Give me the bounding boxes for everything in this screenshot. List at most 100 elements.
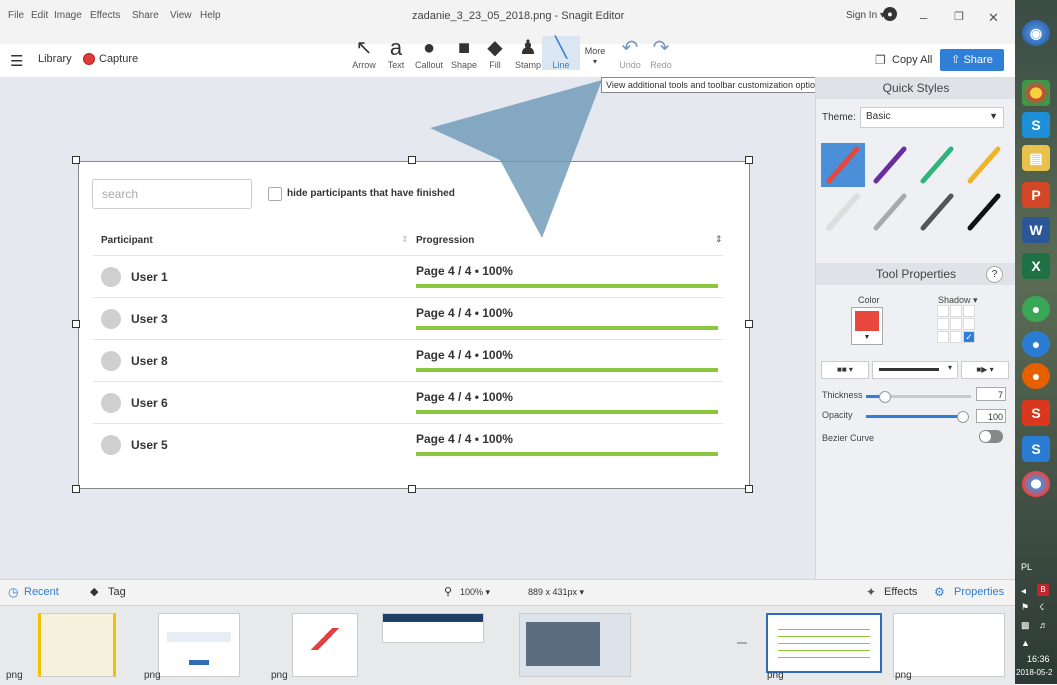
- opacity-label: Opacity: [822, 410, 853, 420]
- line-style-icon: [967, 193, 1001, 231]
- line-style-icon: [920, 193, 954, 231]
- thumb-type-label: png: [895, 670, 912, 681]
- start-icon[interactable]: ◉: [1022, 20, 1050, 46]
- line-end-select[interactable]: ■▶ ▾: [961, 361, 1009, 379]
- thumb-type-label: png: [767, 670, 784, 681]
- thickness-label: Thickness: [822, 390, 863, 400]
- style-swatch[interactable]: [915, 190, 959, 234]
- effects-icon: ✦: [866, 585, 877, 599]
- network-icon[interactable]: ⚑: [1021, 602, 1029, 613]
- share-button[interactable]: ⇧ Share: [940, 49, 1004, 71]
- chrome-icon[interactable]: [1022, 80, 1050, 106]
- bezier-toggle[interactable]: [979, 430, 1003, 443]
- sign-in-button[interactable]: Sign In ▾: [846, 10, 885, 21]
- snagit-editor-icon[interactable]: S: [1022, 436, 1050, 462]
- close-icon[interactable]: ✕: [988, 10, 999, 26]
- clock-date[interactable]: 2018-05-2: [1016, 668, 1052, 677]
- shadow-cell[interactable]: [963, 305, 975, 317]
- theme-select[interactable]: Basic ▼: [860, 107, 1004, 128]
- style-swatch[interactable]: [868, 190, 912, 234]
- thumbnail[interactable]: [292, 613, 358, 677]
- word-icon[interactable]: W: [1022, 217, 1050, 243]
- chevron-down-icon: ▼: [989, 111, 998, 121]
- shadow-cell[interactable]: [950, 331, 962, 343]
- theme-label: Theme:: [822, 112, 856, 123]
- skype-icon[interactable]: S: [1022, 112, 1050, 138]
- app-icon[interactable]: ●: [1022, 296, 1050, 322]
- minimize-icon[interactable]: –: [920, 10, 927, 25]
- explorer-icon[interactable]: ▤: [1022, 145, 1050, 171]
- zoom-icon: ⚲: [444, 586, 453, 598]
- thumbnail[interactable]: [893, 613, 1005, 677]
- thickness-slider[interactable]: [866, 391, 971, 403]
- style-swatch[interactable]: [821, 143, 865, 187]
- firefox-icon[interactable]: ●: [1022, 363, 1050, 389]
- notification-icon[interactable]: B: [1037, 584, 1049, 596]
- thumbnail[interactable]: [382, 613, 484, 643]
- line-style-icon: [873, 146, 907, 184]
- slider-handle[interactable]: [957, 411, 969, 423]
- shadow-cell[interactable]: [950, 305, 962, 317]
- clock-time[interactable]: 16:36: [1027, 654, 1050, 664]
- thumbnail[interactable]: [38, 613, 116, 677]
- shadow-cell[interactable]: [950, 318, 962, 330]
- thickness-input[interactable]: 7: [976, 387, 1006, 401]
- color-label: Color: [858, 295, 880, 305]
- help-button[interactable]: ?: [986, 266, 1003, 283]
- opacity-input[interactable]: 100: [976, 409, 1006, 423]
- copy-icon: ❐: [875, 53, 886, 67]
- line-start-select[interactable]: ■■ ▾: [821, 361, 869, 379]
- shadow-cell[interactable]: [937, 305, 949, 317]
- excel-icon[interactable]: X: [1022, 253, 1050, 279]
- bezier-label: Bezier Curve: [822, 433, 875, 443]
- tool-properties-title: Tool Properties: [875, 267, 957, 281]
- line-style-select[interactable]: ▾: [872, 361, 958, 379]
- tray-chevron-icon[interactable]: ◂: [1021, 586, 1026, 597]
- opera-icon[interactable]: [1022, 471, 1050, 497]
- style-swatch[interactable]: [915, 143, 959, 187]
- tray-divider: [737, 642, 747, 644]
- dimensions-select[interactable]: 889 x 431px ▾: [528, 587, 584, 598]
- slider-handle[interactable]: [879, 391, 891, 403]
- powerpoint-icon[interactable]: P: [1022, 182, 1050, 208]
- signal-icon[interactable]: ▲: [1021, 638, 1030, 648]
- usb-icon[interactable]: ☇: [1039, 602, 1044, 613]
- language-indicator[interactable]: PL: [1021, 562, 1032, 572]
- thumbnail-selected[interactable]: [766, 613, 882, 673]
- color-picker[interactable]: ▼: [851, 307, 883, 345]
- shadow-cell[interactable]: ✓: [963, 331, 975, 343]
- app-icon[interactable]: ●: [1022, 331, 1050, 357]
- snagit-icon[interactable]: S: [1022, 400, 1050, 426]
- copy-all-button[interactable]: Copy All: [892, 54, 932, 66]
- properties-button[interactable]: Properties: [954, 586, 1004, 598]
- shadow-cell[interactable]: [937, 318, 949, 330]
- right-panel: Quick Styles Theme: Basic ▼ Tool Propert…: [815, 77, 1016, 579]
- thumbnail[interactable]: [519, 613, 631, 677]
- opacity-slider[interactable]: [866, 411, 969, 423]
- shadow-grid[interactable]: ✓: [937, 305, 976, 344]
- more-tooltip: View additional tools and toolbar custom…: [601, 77, 832, 93]
- chevron-down-icon: ▾: [947, 363, 952, 372]
- thumb-type-label: png: [271, 670, 288, 681]
- clock-icon: ◷: [8, 585, 19, 599]
- style-swatch[interactable]: [962, 190, 1006, 234]
- shadow-cell[interactable]: [937, 331, 949, 343]
- line-style-icon: [967, 146, 1001, 184]
- display-icon[interactable]: ▩: [1021, 620, 1030, 631]
- zoom-select[interactable]: 100% ▾: [460, 587, 490, 598]
- volume-icon[interactable]: ♬: [1039, 620, 1048, 630]
- user-icon[interactable]: ●: [883, 7, 897, 21]
- thumbnail[interactable]: [158, 613, 240, 677]
- line-style-icon: [873, 193, 907, 231]
- style-swatch[interactable]: [868, 143, 912, 187]
- effects-button[interactable]: Effects: [884, 586, 917, 598]
- tag-button[interactable]: Tag: [108, 586, 126, 598]
- restore-icon[interactable]: ❐: [954, 10, 964, 23]
- share-label: Share: [963, 54, 993, 66]
- style-swatch[interactable]: [821, 190, 865, 234]
- shadow-cell[interactable]: [963, 318, 975, 330]
- color-swatch: [855, 311, 879, 331]
- recent-button[interactable]: Recent: [24, 586, 59, 598]
- style-swatch[interactable]: [962, 143, 1006, 187]
- bottom-bar: ◷ Recent ◆ Tag ⚲ 100% ▾ 889 x 431px ▾ ✦ …: [0, 579, 1015, 606]
